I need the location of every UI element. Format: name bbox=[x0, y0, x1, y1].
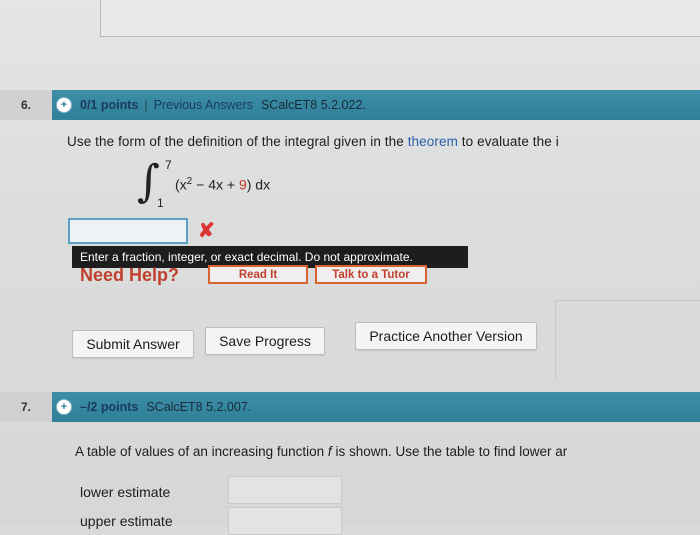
previous-question-panel bbox=[100, 0, 700, 37]
lower-estimate-input[interactable] bbox=[228, 476, 342, 504]
question-meta: + –/2 points SCalcET8 5.2.007. bbox=[52, 392, 700, 422]
theorem-link[interactable]: theorem bbox=[408, 134, 458, 149]
question-code: SCalcET8 5.2.022. bbox=[260, 98, 366, 112]
need-help-label: Need Help? bbox=[80, 265, 180, 285]
question-prompt: Use the form of the definition of the in… bbox=[67, 134, 559, 149]
question-number: 7. bbox=[0, 392, 52, 422]
upper-estimate-input[interactable] bbox=[228, 507, 342, 535]
question-6-header: 6. + 0/1 points | Previous Answers SCalc… bbox=[0, 90, 700, 120]
question-number: 6. bbox=[0, 90, 52, 120]
question-code: SCalcET8 5.2.007. bbox=[146, 400, 252, 414]
submit-answer-button[interactable]: Submit Answer bbox=[72, 330, 194, 358]
lower-limit: 1 bbox=[157, 196, 164, 210]
read-it-button[interactable]: Read It bbox=[208, 265, 308, 284]
right-panel-edge bbox=[555, 300, 700, 381]
integrand: (x2 − 4x + 9) dx bbox=[175, 176, 271, 193]
talk-to-tutor-button[interactable]: Talk to a Tutor bbox=[315, 265, 427, 284]
expand-icon[interactable]: + bbox=[56, 97, 72, 113]
expand-icon[interactable]: + bbox=[56, 399, 72, 415]
question-meta: + 0/1 points | Previous Answers SCalcET8… bbox=[52, 90, 700, 120]
points-label: –/2 points bbox=[80, 400, 139, 414]
incorrect-x-icon: ✘ bbox=[198, 220, 215, 242]
separator: | bbox=[144, 98, 148, 112]
previous-answers-link[interactable]: Previous Answers bbox=[154, 98, 253, 112]
page: 6. + 0/1 points | Previous Answers SCalc… bbox=[0, 0, 700, 535]
question-prompt: A table of values of an increasing funct… bbox=[75, 444, 568, 459]
question-7-header: 7. + –/2 points SCalcET8 5.2.007. bbox=[0, 392, 700, 422]
upper-estimate-label: upper estimate bbox=[80, 513, 173, 529]
integral-expression: ∫ 7 1 (x2 − 4x + 9) dx bbox=[137, 156, 397, 212]
upper-limit: 7 bbox=[165, 158, 172, 172]
save-progress-button[interactable]: Save Progress bbox=[205, 327, 325, 355]
lower-estimate-label: lower estimate bbox=[80, 484, 171, 500]
points-label: 0/1 points bbox=[80, 98, 139, 112]
answer-input[interactable] bbox=[68, 218, 188, 244]
practice-another-version-button[interactable]: Practice Another Version bbox=[355, 322, 537, 350]
